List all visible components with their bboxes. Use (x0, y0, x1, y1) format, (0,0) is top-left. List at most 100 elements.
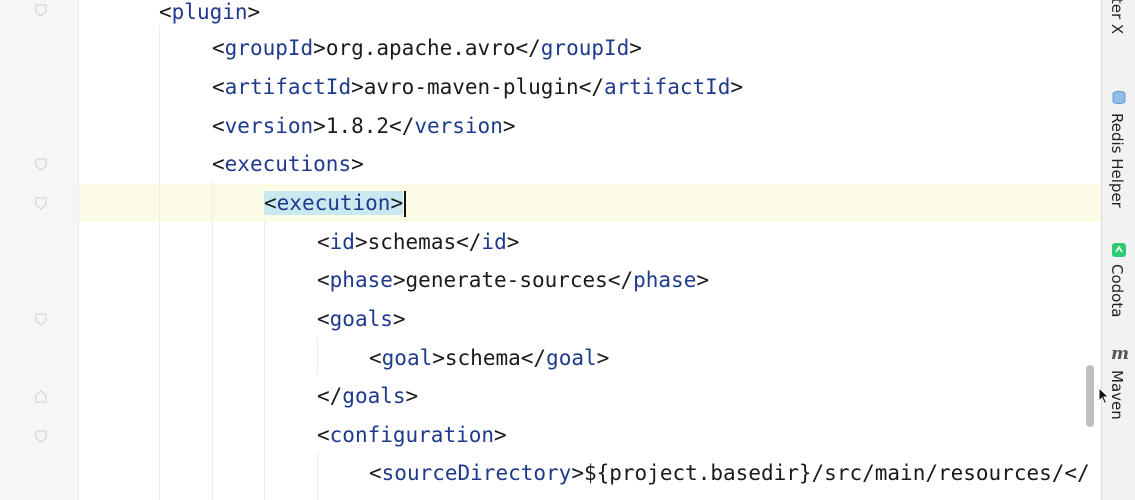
tag-open-bracket: < (212, 114, 225, 138)
tag-name: goals (342, 384, 406, 408)
tag-name: artifactId (224, 75, 352, 99)
tag-name: version (224, 114, 314, 138)
indent-guide (317, 453, 318, 500)
end-tag-close-bracket: > (730, 75, 744, 99)
end-tag-open-bracket: </ (607, 268, 634, 292)
end-tag-open-bracket: </ (1064, 461, 1090, 485)
code-line-configuration[interactable]: <configuration> (317, 416, 507, 454)
redis-stack-icon (1111, 90, 1127, 106)
element-text: ${project.basedir}/src/main/resources/ (583, 461, 1065, 485)
tag-close-bracket: > (392, 268, 406, 292)
tag-close-bracket: > (432, 346, 445, 370)
tag-name: groupId (224, 36, 314, 60)
end-tag-close-bracket: > (629, 36, 642, 60)
tag-open-bracket: < (317, 268, 330, 292)
end-tag-name: goal (546, 346, 597, 370)
tool-label-codota: Codota (1108, 264, 1126, 318)
tag-name: sourceDirectory (381, 461, 572, 485)
fold-marker-icon[interactable] (34, 3, 48, 17)
end-tag-open-bracket: </ (515, 36, 541, 60)
element-text: schemas (367, 230, 457, 254)
tool-window-partial[interactable]: pooter X (1102, 0, 1135, 60)
partial-tool-label: pooter X (1108, 0, 1126, 35)
editor-gutter (0, 0, 79, 500)
code-line-phase[interactable]: <phase>generate-sources</phase> (317, 261, 709, 299)
tag-close-bracket: > (405, 384, 419, 408)
element-text: avro-maven-plugin (363, 75, 579, 99)
tag-open-bracket: < (212, 75, 225, 99)
tag-close-bracket: > (354, 230, 368, 254)
code-line-plugin[interactable]: <plugin> (159, 0, 260, 31)
tool-label-maven: Maven (1108, 370, 1126, 420)
code-editor[interactable]: <plugin> <groupId>org.apache.avro</group… (79, 0, 1101, 500)
tag-close-bracket: > (390, 191, 404, 215)
tag-close-bracket: > (351, 152, 364, 176)
tool-label-redis-helper: Redis Helper (1108, 113, 1126, 208)
tag-open-bracket: < (159, 0, 172, 24)
code-line-artifactid[interactable]: <artifactId>avro-maven-plugin</artifactI… (212, 68, 743, 106)
tag-close-bracket: > (351, 75, 364, 99)
text-caret (404, 191, 407, 217)
tag-open-bracket: </ (317, 384, 343, 408)
tag-open-bracket: < (369, 346, 382, 370)
right-tool-window-strip: pooter X Redis Helper Codota m Maven (1101, 0, 1135, 500)
fold-marker-icon[interactable] (34, 312, 48, 326)
tag-name: plugin (171, 0, 248, 24)
element-text: generate-sources (405, 268, 608, 292)
current-line-highlight (79, 184, 1101, 222)
indent-guide (317, 337, 318, 375)
code-line-execution[interactable]: <execution> (264, 184, 407, 222)
tag-close-bracket: > (392, 307, 406, 331)
indent-guide (212, 181, 213, 500)
end-tag-name: groupId (540, 36, 630, 60)
end-tag-close-bracket: > (502, 114, 516, 138)
end-tag-open-bracket: </ (456, 230, 482, 254)
fold-end-marker-icon[interactable] (34, 390, 48, 404)
fold-marker-icon[interactable] (34, 196, 48, 210)
end-tag-open-bracket: </ (578, 75, 604, 99)
tag-open-bracket: < (369, 461, 382, 485)
tag-close-bracket: > (247, 0, 261, 24)
tool-window-redis-helper[interactable]: Redis Helper (1102, 88, 1135, 218)
fold-marker-icon[interactable] (34, 157, 48, 171)
maven-m-icon: m (1111, 344, 1129, 364)
tag-name: goals (329, 307, 393, 331)
tag-name: id (329, 230, 355, 254)
end-tag-name: version (414, 114, 503, 138)
code-line-goal[interactable]: <goal>schema</goal> (369, 339, 609, 377)
indent-guide (159, 26, 160, 500)
end-tag-name: id (481, 230, 507, 254)
tag-open-bracket: < (317, 307, 330, 331)
codota-icon (1111, 242, 1127, 258)
tag-open-bracket: < (212, 36, 225, 60)
element-text: 1.8.2 (325, 114, 390, 138)
code-line-id[interactable]: <id>schemas</id> (317, 223, 519, 261)
end-tag-open-bracket: </ (389, 114, 415, 138)
end-tag-close-bracket: > (696, 268, 709, 292)
element-text: schema (444, 346, 521, 370)
tag-open-bracket: < (317, 423, 330, 447)
tag-close-bracket: > (313, 36, 326, 60)
tag-close-bracket: > (313, 114, 326, 138)
tag-close-bracket: > (571, 461, 584, 485)
tag-name: configuration (329, 423, 495, 447)
tool-window-codota[interactable]: Codota (1102, 240, 1135, 330)
code-line-goals-close[interactable]: </goals> (317, 377, 418, 415)
tag-name: executions (224, 152, 352, 176)
code-line-sourcedirectory[interactable]: <sourceDirectory>${project.basedir}/src/… (369, 454, 1090, 492)
code-line-executions[interactable]: <executions> (212, 145, 364, 183)
tag-open-bracket: < (317, 230, 330, 254)
code-line-goals-open[interactable]: <goals> (317, 300, 406, 338)
editor-scrollbar-thumb[interactable] (1086, 365, 1094, 427)
end-tag-close-bracket: > (506, 230, 520, 254)
tag-name: goal (381, 346, 433, 370)
matched-tag-highlight: <execution> (264, 191, 404, 215)
end-tag-name: artifactId (603, 75, 731, 99)
code-line-groupid[interactable]: <groupId>org.apache.avro</groupId> (212, 29, 642, 67)
tag-open-bracket: < (264, 191, 277, 215)
end-tag-name: phase (633, 268, 697, 292)
end-tag-close-bracket: > (596, 346, 610, 370)
code-line-version[interactable]: <version>1.8.2</version> (212, 107, 516, 145)
fold-marker-icon[interactable] (34, 429, 48, 443)
tag-name: phase (329, 268, 393, 292)
